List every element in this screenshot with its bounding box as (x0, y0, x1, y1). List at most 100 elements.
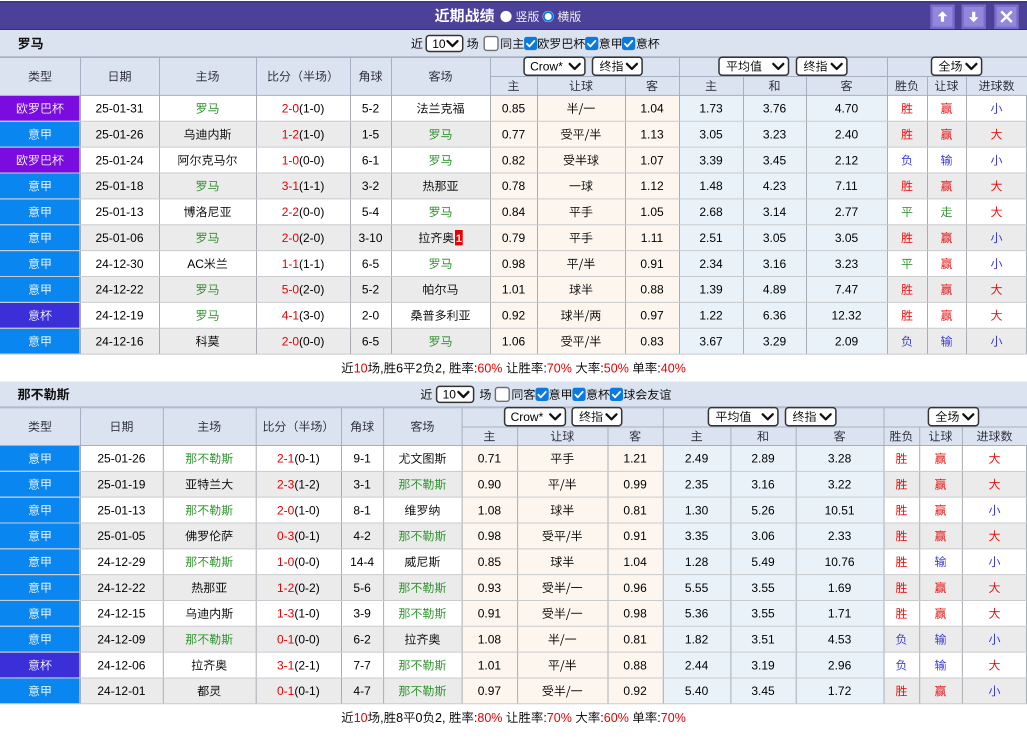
svg-text:1.04: 1.04 (623, 555, 647, 569)
svg-text:1.82: 1.82 (685, 633, 709, 647)
svg-text:1.11: 1.11 (641, 231, 664, 245)
svg-text:1.12: 1.12 (640, 179, 664, 193)
svg-text:1-1: 1-1 (282, 257, 300, 271)
svg-text:1-2: 1-2 (277, 581, 295, 595)
svg-text:2-2: 2-2 (282, 205, 300, 219)
svg-text:6-5: 6-5 (362, 257, 380, 271)
svg-text:3.28: 3.28 (828, 452, 852, 466)
svg-text:Crow*: Crow* (511, 410, 544, 424)
svg-text:1.72: 1.72 (828, 684, 852, 698)
svg-text:7.11: 7.11 (835, 179, 858, 193)
svg-text:2.49: 2.49 (685, 452, 709, 466)
svg-text:2-0: 2-0 (282, 335, 300, 349)
svg-text:2.68: 2.68 (699, 205, 723, 219)
svg-text:5.55: 5.55 (685, 581, 709, 595)
svg-text:10: 10 (354, 711, 368, 725)
svg-text:1.06: 1.06 (502, 335, 526, 349)
svg-text:0-1: 0-1 (277, 684, 295, 698)
svg-text:60%: 60% (477, 362, 502, 376)
svg-text:2.34: 2.34 (699, 257, 723, 271)
svg-text:5.26: 5.26 (751, 503, 775, 517)
svg-text:0.91: 0.91 (640, 257, 664, 271)
svg-text:7.47: 7.47 (835, 283, 859, 297)
svg-text:5-4: 5-4 (362, 205, 380, 219)
svg-text:25-01-26: 25-01-26 (97, 452, 145, 466)
svg-text:1.21: 1.21 (623, 452, 647, 466)
svg-text:0.83: 0.83 (640, 335, 664, 349)
svg-text:3.16: 3.16 (763, 257, 787, 271)
svg-text:6-2: 6-2 (353, 633, 371, 647)
svg-text:3.29: 3.29 (763, 335, 787, 349)
svg-text:0.85: 0.85 (502, 102, 526, 116)
svg-text:0.93: 0.93 (478, 581, 502, 595)
svg-text:0.98: 0.98 (502, 257, 526, 271)
svg-text:,: , (380, 711, 383, 725)
svg-text:1.73: 1.73 (699, 102, 723, 116)
svg-text:3-1: 3-1 (277, 658, 295, 672)
svg-text:1.30: 1.30 (685, 503, 709, 517)
svg-text:5-6: 5-6 (353, 581, 371, 595)
svg-text:25-01-24: 25-01-24 (95, 153, 143, 167)
svg-text:3.55: 3.55 (751, 607, 775, 621)
svg-text:3.39: 3.39 (699, 153, 723, 167)
svg-text:2-1: 2-1 (277, 452, 295, 466)
svg-text:1.13: 1.13 (640, 128, 664, 142)
svg-text:0.91: 0.91 (623, 529, 647, 543)
svg-text:25-01-13: 25-01-13 (97, 503, 145, 517)
svg-text:25-01-31: 25-01-31 (95, 102, 143, 116)
svg-text:24-12-06: 24-12-06 (97, 658, 145, 672)
svg-text:24-12-29: 24-12-29 (97, 555, 145, 569)
svg-text:1-3: 1-3 (277, 607, 295, 621)
svg-text:Crow*: Crow* (530, 60, 563, 74)
svg-text:1.39: 1.39 (699, 283, 723, 297)
svg-text:3.06: 3.06 (751, 529, 775, 543)
svg-text:6: 6 (396, 362, 403, 376)
svg-text:0: 0 (416, 711, 423, 725)
svg-text:3.05: 3.05 (699, 128, 723, 142)
svg-text:(0-1): (0-1) (294, 529, 319, 543)
svg-text:1.05: 1.05 (640, 205, 664, 219)
svg-text:5.40: 5.40 (685, 684, 709, 698)
svg-text:(1-0): (1-0) (299, 102, 324, 116)
svg-text:(1-0): (1-0) (294, 503, 319, 517)
svg-text:3-1: 3-1 (353, 478, 371, 492)
svg-text:5.49: 5.49 (751, 555, 775, 569)
svg-text:1: 1 (456, 233, 462, 245)
svg-text:1.01: 1.01 (478, 658, 502, 672)
svg-text:2-0: 2-0 (277, 503, 295, 517)
svg-text:3.55: 3.55 (751, 581, 775, 595)
svg-text:0.98: 0.98 (623, 607, 647, 621)
svg-text:60%: 60% (604, 711, 629, 725)
svg-text:3.22: 3.22 (828, 478, 852, 492)
svg-text:1.22: 1.22 (699, 309, 723, 323)
svg-text:0.92: 0.92 (623, 684, 647, 698)
svg-text:,: , (442, 711, 445, 725)
svg-text:2.77: 2.77 (835, 205, 859, 219)
svg-text:1.01: 1.01 (502, 283, 526, 297)
svg-text:5-2: 5-2 (362, 102, 380, 116)
svg-text:0.88: 0.88 (640, 283, 664, 297)
svg-text:25-01-13: 25-01-13 (95, 205, 143, 219)
svg-text:0.88: 0.88 (623, 658, 647, 672)
svg-text:5-0: 5-0 (282, 283, 300, 297)
svg-text:2.12: 2.12 (835, 153, 859, 167)
svg-text:0-3: 0-3 (277, 529, 295, 543)
svg-text:3.23: 3.23 (835, 257, 859, 271)
svg-text:40%: 40% (661, 362, 686, 376)
svg-text:6-1: 6-1 (362, 153, 380, 167)
svg-text:10: 10 (354, 362, 368, 376)
svg-text:1.08: 1.08 (478, 503, 502, 517)
svg-text:2.89: 2.89 (751, 452, 775, 466)
svg-text:(2-0): (2-0) (299, 231, 324, 245)
svg-text:10: 10 (443, 388, 457, 402)
svg-text:0.78: 0.78 (502, 179, 526, 193)
svg-text:AC: AC (187, 257, 204, 271)
svg-text:3.67: 3.67 (699, 335, 723, 349)
svg-text:0.85: 0.85 (478, 555, 502, 569)
svg-text:(1-0): (1-0) (299, 128, 324, 142)
svg-text:1-5: 1-5 (362, 128, 380, 142)
svg-text:(0-0): (0-0) (299, 335, 324, 349)
svg-text:0.90: 0.90 (478, 478, 502, 492)
svg-text:2: 2 (435, 711, 442, 725)
svg-text:25-01-26: 25-01-26 (95, 128, 143, 142)
